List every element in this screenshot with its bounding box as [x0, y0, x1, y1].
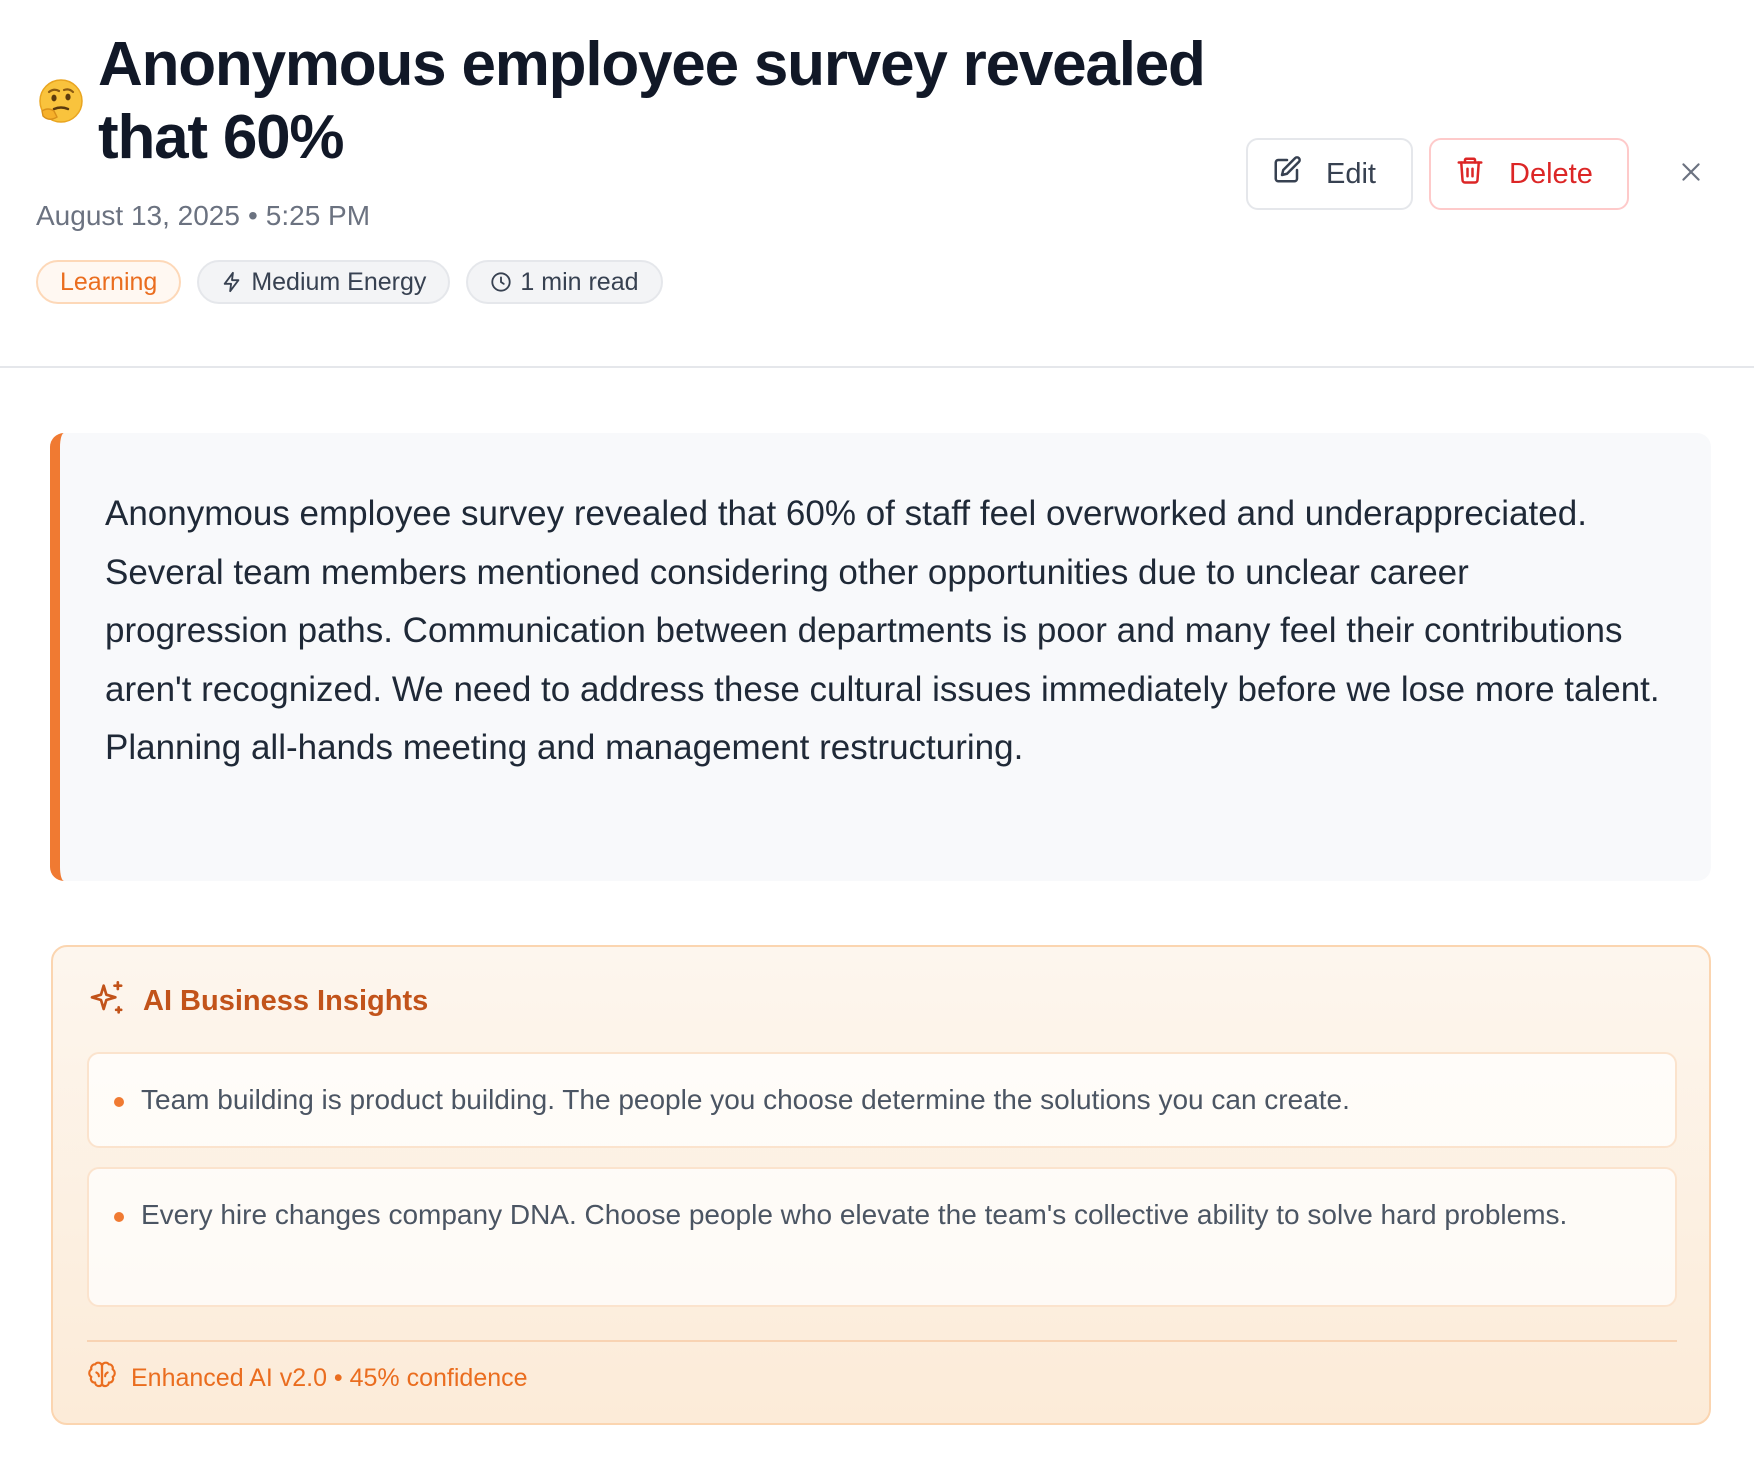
- insight-item: Every hire changes company DNA. Choose p…: [87, 1167, 1677, 1307]
- category-tag[interactable]: Learning: [36, 260, 182, 304]
- entry-detail-panel: Anonymous employee survey revealed that …: [0, 0, 1754, 1476]
- edit-button[interactable]: Edit: [1246, 138, 1413, 210]
- bullet-icon: [114, 1097, 124, 1107]
- energy-tag[interactable]: Medium Energy: [197, 260, 451, 304]
- read-time-tag-label: 1 min read: [520, 268, 639, 296]
- category-tag-label: Learning: [60, 268, 158, 296]
- entry-time: 5:25 PM: [265, 200, 371, 231]
- ai-model-confidence: Enhanced AI v2.0 • 45% confidence: [131, 1364, 528, 1392]
- clock-icon: [490, 271, 512, 293]
- brain-icon: [87, 1360, 117, 1397]
- title-row: Anonymous employee survey revealed that …: [36, 28, 1258, 174]
- ai-insights-footer: Enhanced AI v2.0 • 45% confidence: [87, 1360, 528, 1397]
- insights-divider: [87, 1340, 1677, 1342]
- trash-icon: [1455, 155, 1485, 193]
- edit-square-icon: [1272, 155, 1302, 193]
- close-icon: [1678, 159, 1704, 190]
- tag-list: Learning Medium Energy 1 min read: [36, 260, 663, 304]
- delete-button[interactable]: Delete: [1429, 138, 1629, 210]
- insight-text: Every hire changes company DNA. Choose p…: [141, 1199, 1568, 1230]
- close-button[interactable]: [1669, 152, 1713, 196]
- entry-timestamp: August 13, 2025 • 5:25 PM: [36, 196, 370, 236]
- meta-separator: •: [247, 200, 258, 231]
- edit-button-label: Edit: [1326, 157, 1376, 190]
- entry-actions: Edit Delete: [1246, 138, 1713, 210]
- delete-button-label: Delete: [1509, 157, 1593, 190]
- sparkles-icon: [87, 979, 127, 1024]
- bullet-icon: [114, 1212, 124, 1222]
- note-text: Anonymous employee survey revealed that …: [105, 494, 1660, 768]
- lightning-icon: [221, 271, 243, 293]
- note-body: Anonymous employee survey revealed that …: [50, 433, 1711, 881]
- ai-insights-title: AI Business Insights: [143, 985, 429, 1017]
- entry-header: Anonymous employee survey revealed that …: [0, 0, 1754, 368]
- insight-text: Team building is product building. The p…: [141, 1084, 1350, 1115]
- thinking-face-icon: [36, 76, 86, 126]
- insight-item: Team building is product building. The p…: [87, 1052, 1677, 1148]
- entry-date: August 13, 2025: [36, 200, 240, 231]
- entry-title: Anonymous employee survey revealed that …: [98, 30, 1206, 172]
- ai-insights-panel: AI Business Insights Team building is pr…: [51, 945, 1711, 1425]
- read-time-tag[interactable]: 1 min read: [466, 260, 663, 304]
- ai-insights-header: AI Business Insights: [87, 979, 428, 1024]
- energy-tag-label: Medium Energy: [251, 268, 427, 296]
